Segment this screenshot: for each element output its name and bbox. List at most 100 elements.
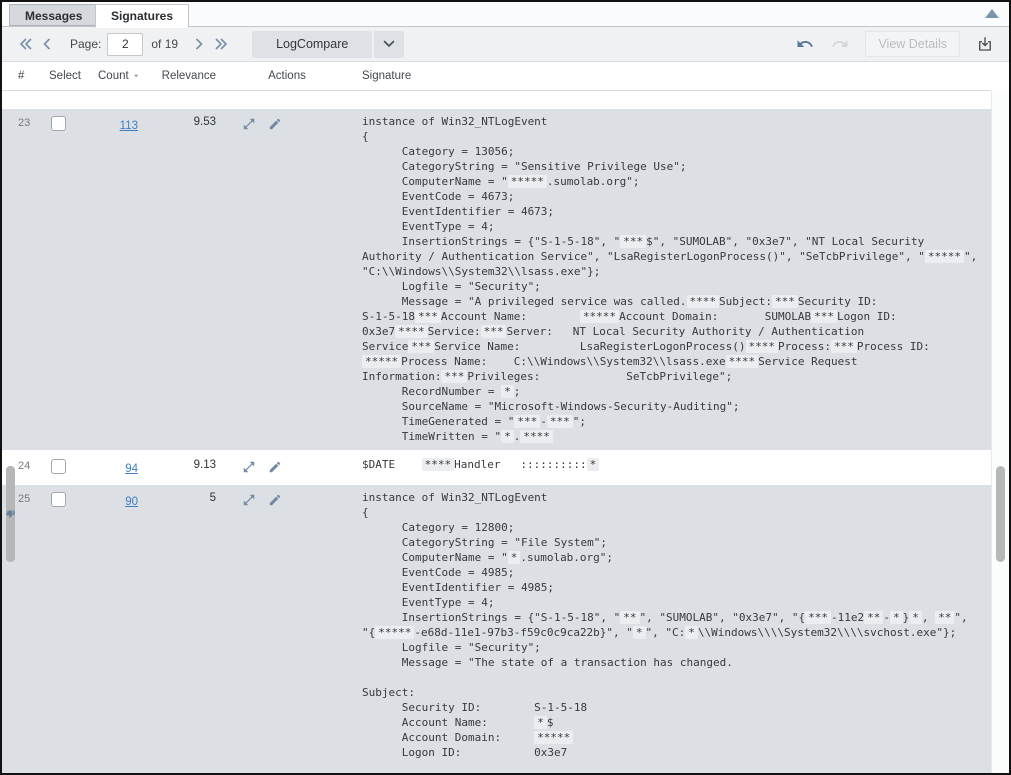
- redo-button[interactable]: [830, 34, 850, 54]
- row-select-cell: [48, 485, 98, 512]
- actions-cell: [216, 452, 358, 474]
- signature-cell: instance of Win32_NTLogEvent { Category …: [358, 485, 991, 766]
- logcompare-button[interactable]: LogCompare: [252, 31, 372, 58]
- signature-text: $DATE ****Handler ::::::::::*: [362, 452, 991, 478]
- first-page-button[interactable]: [14, 32, 36, 56]
- tab-signatures-label: Signatures: [111, 9, 173, 23]
- wildcard-highlight: *: [501, 430, 514, 443]
- export-icon: [976, 35, 994, 53]
- tab-messages[interactable]: Messages: [9, 4, 98, 26]
- tab-bar: Messages Signatures: [2, 2, 1009, 27]
- count-link[interactable]: 113: [120, 120, 138, 132]
- prev-page-button[interactable]: [36, 32, 58, 56]
- chevron-down-icon: [383, 40, 395, 48]
- column-header-count[interactable]: Count: [98, 70, 138, 82]
- expand-icon[interactable]: [242, 117, 256, 131]
- vertical-scrollbar-thumb[interactable]: [996, 466, 1005, 562]
- last-page-button[interactable]: [210, 32, 232, 56]
- thumbs-down-icon[interactable]: [6, 466, 15, 562]
- wildcard-highlight: ***: [415, 310, 441, 323]
- log-search-results-panel: Messages Signatures Page: of 19: [0, 0, 1011, 775]
- next-page-icon: [192, 37, 206, 51]
- prev-page-icon: [40, 37, 54, 51]
- count-link[interactable]: 94: [125, 463, 138, 475]
- wildcard-highlight: *****: [580, 310, 619, 323]
- export-button[interactable]: [975, 34, 995, 54]
- relevance-cell: 5: [138, 485, 216, 504]
- column-header-actions: Actions: [216, 70, 358, 82]
- wildcard-highlight: ****: [395, 325, 428, 338]
- wildcard-highlight: ***: [547, 415, 573, 428]
- row-select-cell: [48, 452, 98, 479]
- count-cell: 90: [98, 485, 138, 510]
- column-header-num: #: [2, 70, 48, 82]
- wildcard-highlight: *: [685, 626, 698, 639]
- wildcard-highlight: ****: [726, 355, 759, 368]
- wildcard-highlight: ***: [620, 235, 646, 248]
- view-details-button[interactable]: View Details: [865, 31, 960, 57]
- wildcard-highlight: ****: [520, 430, 553, 443]
- wildcard-highlight: **: [864, 611, 883, 624]
- vertical-scrollbar-track[interactable]: [991, 91, 1009, 773]
- wildcard-highlight: ***: [441, 370, 467, 383]
- wildcard-highlight: ***: [831, 340, 857, 353]
- wildcard-highlight: ***: [408, 340, 434, 353]
- wildcard-highlight: ****: [422, 458, 455, 471]
- toolbar-right-group: View Details: [795, 31, 997, 57]
- expand-icon[interactable]: [242, 493, 256, 507]
- edit-icon[interactable]: [268, 117, 282, 131]
- signature-text: instance of Win32_NTLogEvent { Category …: [362, 485, 991, 766]
- edit-icon[interactable]: [268, 460, 282, 474]
- row-checkbox[interactable]: [51, 116, 66, 131]
- wildcard-highlight: *****: [508, 175, 547, 188]
- wildcard-highlight: *****: [362, 355, 401, 368]
- signature-cell: instance of Win32_NTLogEvent { Category …: [358, 109, 991, 450]
- next-page-button[interactable]: [188, 32, 210, 56]
- rows: 23 1139.53 instance of Win32_NTLogEvent { …: [2, 91, 991, 773]
- column-header-select: Select: [48, 70, 98, 82]
- count-cell: 113: [98, 109, 138, 134]
- wildcard-highlight: *: [508, 551, 521, 564]
- wildcard-highlight: *: [534, 716, 547, 729]
- table-row: 23 1139.53 instance of Win32_NTLogEvent { …: [2, 109, 991, 450]
- page-label: Page:: [70, 37, 101, 51]
- column-header-relevance: Relevance: [138, 70, 216, 82]
- row-number: 23: [2, 109, 48, 129]
- wildcard-highlight: *****: [534, 731, 573, 744]
- wildcard-highlight: *: [890, 611, 903, 624]
- tab-signatures[interactable]: Signatures: [95, 4, 189, 28]
- collapse-panel-icon[interactable]: [985, 9, 999, 18]
- wildcard-highlight: ***: [811, 310, 837, 323]
- page-total: of 19: [151, 37, 178, 51]
- wildcard-highlight: ****: [746, 340, 779, 353]
- wildcard-highlight: ***: [514, 415, 540, 428]
- last-page-icon: [214, 37, 229, 51]
- wildcard-highlight: ****: [687, 295, 720, 308]
- row-checkbox[interactable]: [51, 459, 66, 474]
- page-input[interactable]: [107, 33, 143, 56]
- undo-icon: [796, 35, 814, 53]
- relevance-cell: 9.53: [138, 109, 216, 128]
- wildcard-highlight: *****: [375, 626, 414, 639]
- relevance-cell: 9.13: [138, 452, 216, 471]
- undo-button[interactable]: [795, 34, 815, 54]
- redo-icon: [831, 35, 849, 53]
- row-checkbox[interactable]: [51, 492, 66, 507]
- actions-cell: [216, 109, 358, 131]
- wildcard-highlight: *: [633, 626, 646, 639]
- count-cell: 94: [98, 452, 138, 477]
- logcompare-dropdown-button[interactable]: [374, 31, 404, 58]
- tab-messages-label: Messages: [25, 9, 82, 23]
- wildcard-highlight: **: [620, 611, 639, 624]
- signature-cell: $DATE ****Handler ::::::::::*: [358, 452, 991, 478]
- count-link[interactable]: 90: [125, 496, 138, 508]
- wildcard-highlight: **: [935, 611, 954, 624]
- wildcard-highlight: ***: [481, 325, 507, 338]
- table-header: # Select Count Relevance Actions Signatu…: [2, 62, 991, 91]
- wildcard-highlight: ***: [805, 611, 831, 624]
- wildcard-highlight: *****: [925, 250, 964, 263]
- edit-icon[interactable]: [268, 493, 282, 507]
- wildcard-highlight: ***: [772, 295, 798, 308]
- table-body: 23 1139.53 instance of Win32_NTLogEvent { …: [2, 91, 1009, 773]
- expand-icon[interactable]: [242, 460, 256, 474]
